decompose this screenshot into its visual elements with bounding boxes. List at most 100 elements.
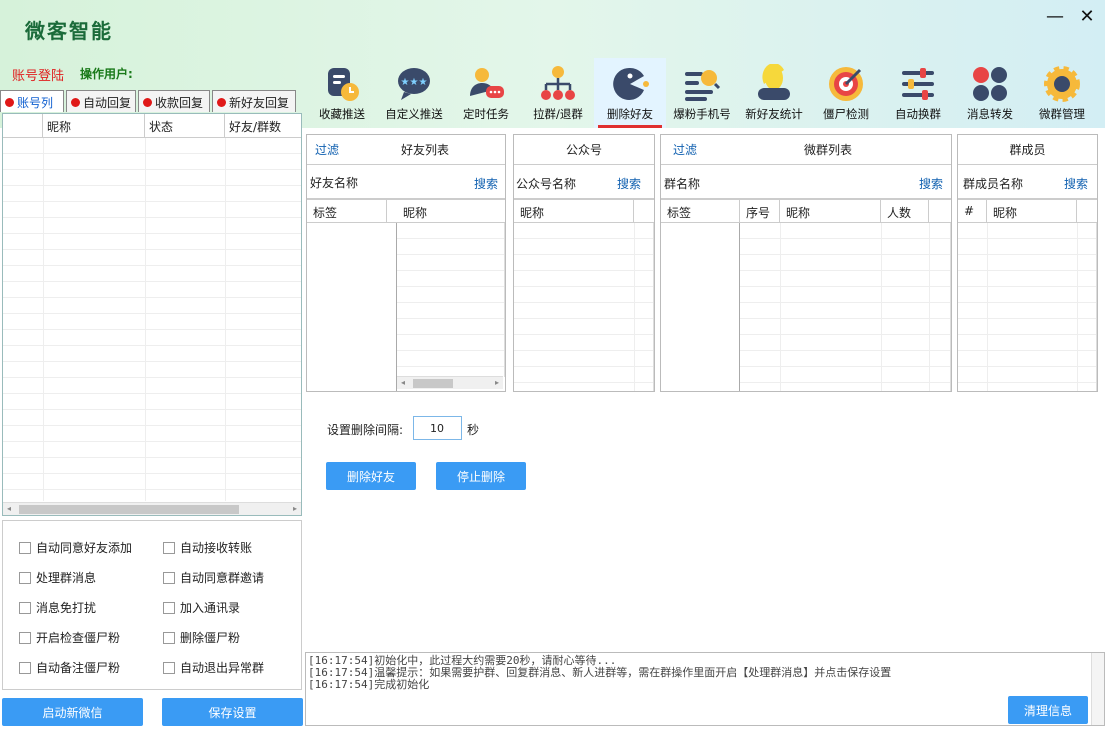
tab-auto-reply[interactable]: 自动回复 [66,90,136,112]
list-search-icon [685,70,721,101]
account-login-link[interactable]: 账号登陆 [12,65,64,84]
col-header: 昵称 [43,114,145,137]
col-header: 昵称 [403,206,428,220]
search-button[interactable]: 搜索 [617,175,641,192]
col-header: 状态 [145,114,225,137]
opt-exit-abnormal-group[interactable]: 自动退出异常群 [163,659,264,676]
checkbox[interactable] [19,601,31,614]
start-wechat-button[interactable]: 启动新微信 [2,698,143,726]
opt-delete-zombie[interactable]: 删除僵尸粉 [163,629,240,646]
panel-header: 过滤 微群列表 [661,135,951,165]
checkbox[interactable] [163,661,175,674]
scroll-thumb[interactable] [19,505,239,514]
person-chat-icon [470,68,504,98]
pacman-icon [613,67,649,100]
four-dots-icon [973,67,1007,101]
tool-pull-exit-group[interactable]: 拉群/退群 [522,58,594,128]
tool-scheduled-task[interactable]: 定时任务 [450,58,522,128]
tool-label: 消息转发 [967,107,1013,121]
scroll-thumb[interactable] [413,379,453,388]
tab-label: 自动回复 [83,96,132,110]
tab-label: 新好友回复 [229,96,290,110]
tool-group-manage[interactable]: 微群管理 [1026,58,1098,128]
status-dot-icon [143,98,152,107]
tool-label: 删除好友 [607,107,653,121]
interval-input[interactable]: 10 [413,416,462,440]
tab-new-friend-reply[interactable]: 新好友回复 [212,90,296,112]
group-list[interactable] [740,223,951,391]
search-row: 群成员名称 搜索 [958,165,1097,199]
tool-label: 僵尸检测 [823,107,869,121]
public-account-list[interactable] [514,223,654,391]
option-label: 加入通讯录 [180,601,241,615]
checkbox[interactable] [163,631,175,644]
checkbox[interactable] [19,631,31,644]
search-label: 群名称 [664,177,701,191]
scroll-left-icon[interactable]: ◂ [397,377,409,389]
panel-title: 公众号 [565,143,602,157]
doc-clock-icon [328,68,359,101]
col-headers: 标签 序号 昵称 人数 [661,199,951,223]
public-accounts-panel: 公众号 公众号名称 搜索 昵称 [513,134,655,392]
sliders-icon [902,68,934,100]
stop-delete-button[interactable]: 停止删除 [436,462,526,490]
save-settings-button[interactable]: 保存设置 [162,698,303,726]
org-tree-icon [541,66,575,100]
search-button[interactable]: 搜索 [919,175,943,192]
search-row: 好友名称 搜索 [307,165,505,199]
search-label: 公众号名称 [516,177,577,191]
horizontal-scrollbar[interactable]: ◂ ▸ [397,376,503,389]
group-tag-list[interactable] [661,223,740,391]
checkbox[interactable] [19,661,31,674]
checkbox[interactable] [19,571,31,584]
delete-friend-button[interactable]: 删除好友 [326,462,416,490]
checkbox[interactable] [163,601,175,614]
scroll-right-icon[interactable]: ▸ [491,377,503,389]
tool-new-friend-stats[interactable]: 新好友统计 [738,58,810,128]
scroll-right-icon[interactable]: ▸ [289,503,301,515]
checkbox[interactable] [163,541,175,554]
disk-icon [758,64,790,100]
clear-info-button[interactable]: 清理信息 [1008,696,1088,724]
search-button[interactable]: 搜索 [1064,175,1088,192]
friend-list[interactable] [397,223,505,377]
opt-handle-group-msg[interactable]: 处理群消息 [19,569,96,586]
tool-boost-phone[interactable]: 爆粉手机号 [666,58,738,128]
opt-check-zombie[interactable]: 开启检查僵尸粉 [19,629,120,646]
tool-auto-switch-group[interactable]: 自动换群 [882,58,954,128]
app-title: 微客智能 [25,19,113,43]
filter-link[interactable]: 过滤 [673,141,697,158]
opt-remark-zombie[interactable]: 自动备注僵尸粉 [19,659,120,676]
tab-payment-reply[interactable]: 收款回复 [138,90,210,112]
vertical-scrollbar[interactable] [1091,653,1104,725]
tool-custom-push[interactable]: ★★★ 自定义推送 [378,58,450,128]
tool-label: 自动换群 [895,107,941,121]
opt-add-contacts[interactable]: 加入通讯录 [163,599,240,616]
minimize-button[interactable]: — [1044,6,1066,28]
tool-zombie-check[interactable]: 僵尸检测 [810,58,882,128]
tag-list[interactable] [307,223,397,391]
search-button[interactable]: 搜索 [474,175,498,192]
opt-auto-receive-transfer[interactable]: 自动接收转账 [163,539,252,556]
checkbox[interactable] [163,571,175,584]
close-button[interactable]: ✕ [1076,6,1098,28]
account-grid[interactable]: 昵称 状态 好友/群数 ◂ ▸ [2,113,302,516]
tool-favorite-push[interactable]: 收藏推送 [306,58,378,128]
tool-msg-forward[interactable]: 消息转发 [954,58,1026,128]
tab-account-list[interactable]: 账号列 [0,90,64,112]
option-label: 自动退出异常群 [180,661,265,675]
tool-delete-friends[interactable]: 删除好友 [594,58,666,128]
opt-do-not-disturb[interactable]: 消息免打扰 [19,599,96,616]
opt-auto-accept-invite[interactable]: 自动同意群邀请 [163,569,264,586]
tab-label: 收款回复 [155,96,204,110]
opt-auto-accept-friend[interactable]: 自动同意好友添加 [19,539,132,556]
member-list[interactable] [958,223,1097,391]
horizontal-scrollbar[interactable]: ◂ ▸ [3,502,301,515]
option-label: 自动同意好友添加 [36,541,133,555]
option-label: 处理群消息 [36,571,97,585]
scroll-left-icon[interactable]: ◂ [3,503,15,515]
checkbox[interactable] [19,541,31,554]
log-panel[interactable]: [16:17:54]初始化中，此过程大约需要20秒，请耐心等待... [16:1… [305,652,1105,726]
option-label: 消息免打扰 [36,601,97,615]
filter-link[interactable]: 过滤 [315,141,339,158]
